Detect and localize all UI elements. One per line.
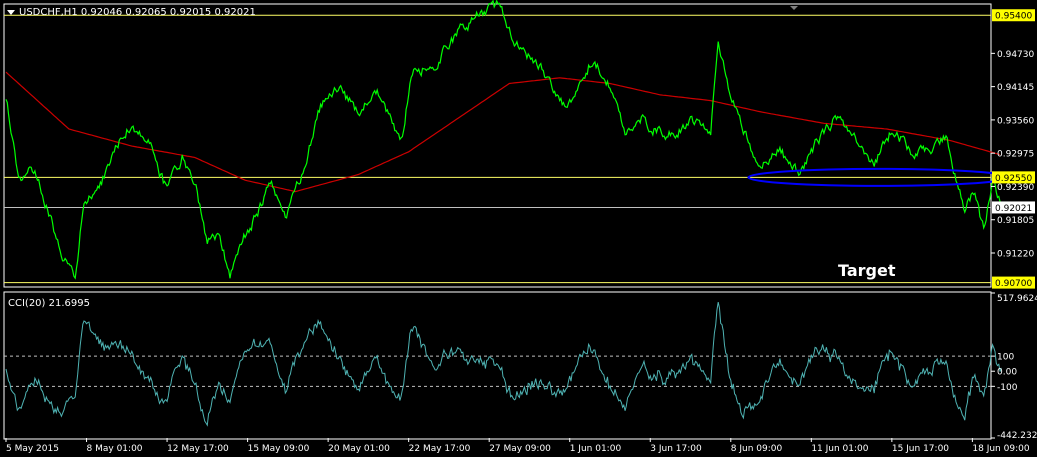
time-tick-label: 12 May 17:00 xyxy=(167,444,229,454)
time-tick-label: 11 Jun 01:00 xyxy=(811,444,868,454)
target-label: Target xyxy=(838,261,896,280)
symbol-header: USDCHF,H1 0.92046 0.92065 0.92015 0.9202… xyxy=(19,7,256,18)
time-tick-label: 22 May 17:00 xyxy=(409,444,471,454)
time-tick-label: 5 May 2015 xyxy=(6,444,59,454)
time-tick-label: 1 Jun 01:00 xyxy=(570,444,622,454)
price-level-label: 0.92550 xyxy=(995,174,1032,184)
time-tick-label: 15 Jun 17:00 xyxy=(892,444,949,454)
cci-tick-label: 517.9624 xyxy=(997,294,1037,304)
chart-canvas[interactable]: Target USDCHF,H1 0.92046 0.92065 0.92015… xyxy=(0,0,1037,457)
price-tick-label: 0.94730 xyxy=(997,50,1034,60)
cci-header: CCI(20) 21.6995 xyxy=(8,298,90,309)
time-tick-label: 18 Jun 09:00 xyxy=(972,444,1029,454)
time-tick-label: 27 May 09:00 xyxy=(489,444,551,454)
price-tick-label: 0.91805 xyxy=(997,216,1034,226)
price-tick-label: 0.94145 xyxy=(997,83,1034,93)
cci-tick-label: -442.2327 xyxy=(997,431,1037,441)
price-level-label: 0.92021 xyxy=(995,204,1032,214)
cci-tick-label: 100 xyxy=(997,353,1014,363)
cci-tick-label: 0.00 xyxy=(997,368,1017,378)
price-level-label: 0.90700 xyxy=(995,279,1032,289)
price-tick-label: 0.91220 xyxy=(997,250,1034,260)
price-tick-label: 0.93560 xyxy=(997,116,1034,126)
time-tick-label: 15 May 09:00 xyxy=(248,444,310,454)
price-tick-label: 0.92975 xyxy=(997,150,1034,160)
chart-background xyxy=(0,0,1037,457)
time-tick-label: 20 May 01:00 xyxy=(328,444,390,454)
time-tick-label: 8 May 01:00 xyxy=(87,444,143,454)
time-tick-label: 3 Jun 17:00 xyxy=(650,444,702,454)
time-tick-label: 8 Jun 09:00 xyxy=(731,444,783,454)
price-tick-label: 0.92390 xyxy=(997,183,1034,193)
price-level-label: 0.95400 xyxy=(995,12,1032,22)
cci-tick-label: -100 xyxy=(997,383,1018,393)
